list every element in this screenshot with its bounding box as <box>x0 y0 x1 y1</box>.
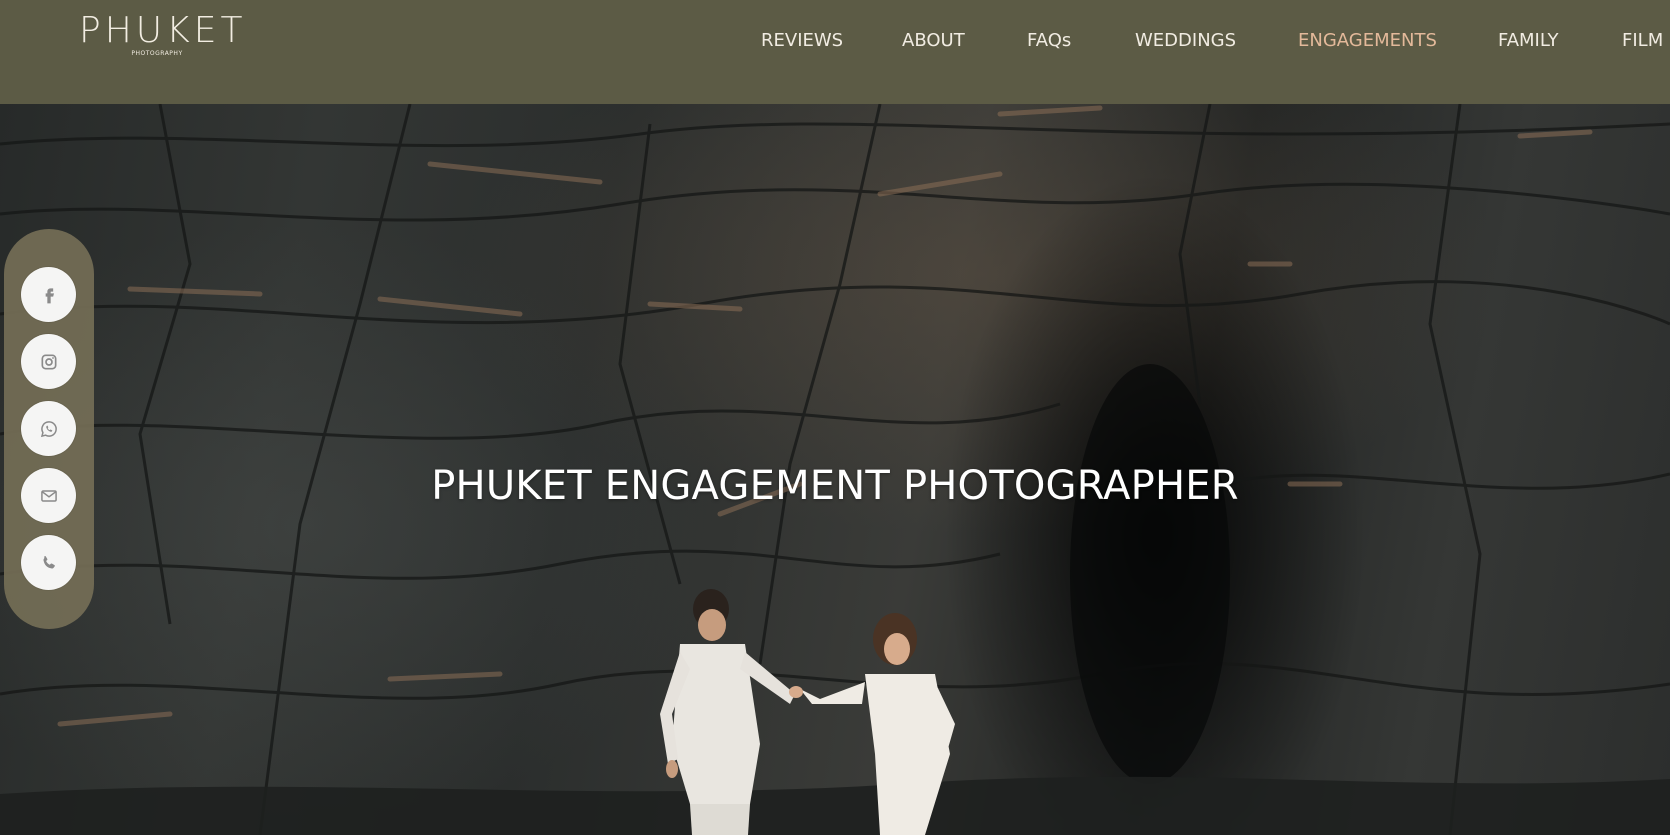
nav-weddings[interactable]: WEDDINGS <box>1135 29 1236 53</box>
phone-icon <box>42 555 55 569</box>
nav-about[interactable]: ABOUT <box>902 29 965 53</box>
instagram-icon <box>41 354 56 369</box>
instagram-button[interactable] <box>21 334 76 389</box>
hero-banner: PHUKET ENGAGEMENT PHOTOGRAPHER <box>0 104 1670 835</box>
nav-engagements[interactable]: ENGAGEMENTS <box>1298 29 1437 53</box>
hero-title: PHUKET ENGAGEMENT PHOTOGRAPHER <box>431 463 1239 509</box>
whatsapp-icon <box>40 420 57 437</box>
nav-faqs[interactable]: FAQs <box>1027 29 1071 53</box>
mail-icon <box>40 489 57 502</box>
site-header: PHUKET PHOTOGRAPHY REVIEWS ABOUT FAQs WE… <box>0 0 1670 104</box>
phone-button[interactable] <box>21 535 76 590</box>
facebook-button[interactable] <box>21 267 76 322</box>
nav-family[interactable]: FAMILY <box>1498 29 1559 53</box>
main-nav: REVIEWS ABOUT FAQs WEDDINGS ENGAGEMENTS … <box>0 29 1670 53</box>
facebook-icon <box>45 287 54 303</box>
email-button[interactable] <box>21 468 76 523</box>
nav-film[interactable]: FILM <box>1622 29 1663 53</box>
social-sidebar <box>4 229 94 629</box>
whatsapp-button[interactable] <box>21 401 76 456</box>
nav-reviews[interactable]: REVIEWS <box>761 29 843 53</box>
